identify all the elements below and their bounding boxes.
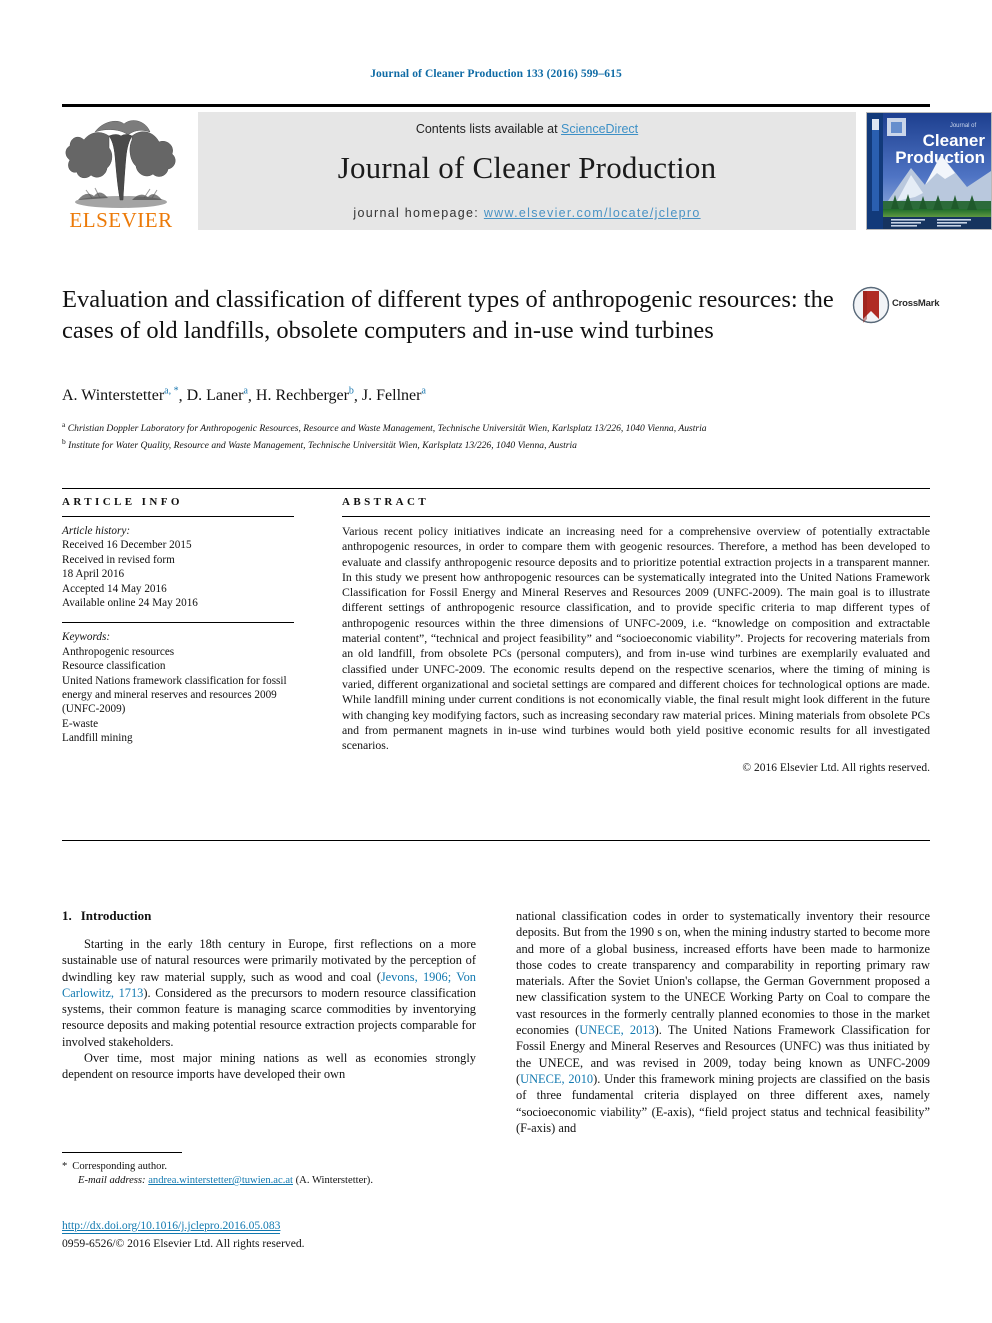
history-item: Received in revised form [62,553,175,566]
svg-text:Journal of: Journal of [950,123,977,129]
history-item: 18 April 2016 [62,568,125,581]
infoabs-bottom-rule [62,840,930,841]
author-0: A. Winterstettera, * [62,386,179,405]
affiliation-mark: a [62,420,66,429]
affiliation-list: a Christian Doppler Laboratory for Anthr… [62,418,882,453]
keyword-item: Landfill mining [62,732,133,745]
citation-link-unece-2010[interactable]: UNECE, 2010 [520,1072,593,1086]
keyword-item: Anthropogenic resources [62,645,175,658]
article-history: Article history: Received 16 December 20… [62,524,294,610]
citation-link-unece-2013[interactable]: UNECE, 2013 [579,1023,654,1037]
history-item: Available online 24 May 2016 [62,597,198,610]
elsevier-logo: ELSEVIER [62,112,180,232]
crossmark-icon [852,286,890,324]
cover-artwork: Journal of Cleaner Production [867,113,991,229]
infoabs-top-rule [62,488,930,489]
body-column-left: 1. Introduction Starting in the early 18t… [62,908,476,1083]
keyword-item: Resource classification [62,660,166,673]
keywords-block: Keywords: Anthropogenic resources Resour… [62,622,294,745]
keywords-rule [62,622,294,624]
footnote-corresponding: * Corresponding author. [62,1160,476,1174]
intro-paragraph-2: Over time, most major mining nations as … [62,1051,476,1082]
journal-cover-thumbnail: Journal of Cleaner Production [866,112,992,230]
author-marks: a, * [164,386,179,397]
masthead-top-rule [62,104,930,107]
abstract-copyright: © 2016 Elsevier Ltd. All rights reserved… [742,762,930,775]
page-title: Evaluation and classification of differe… [62,286,834,344]
keywords-label: Keywords: [62,631,111,644]
masthead-band: Contents lists available at ScienceDirec… [198,112,856,230]
article-history-label: Article history: [62,525,131,537]
footnote-corresponding-text: Corresponding author. [72,1161,168,1172]
author-marks: a [243,386,248,397]
elsevier-wordmark: ELSEVIER [69,208,173,232]
body-column-right: national classification codes in order t… [516,908,930,1136]
running-head: Journal of Cleaner Production 133 (2016)… [370,68,622,80]
sciencedirect-link[interactable]: ScienceDirect [561,122,638,136]
page-footer: http://dx.doi.org/10.1016/j.jclepro.2016… [62,1216,562,1250]
affiliation-b: b Institute for Water Quality, Resource … [62,435,882,452]
author-marks: a [421,386,426,397]
journal-homepage-line: journal homepage: www.elsevier.com/locat… [198,206,856,220]
author-2: H. Rechbergerb [255,386,354,405]
author-name: J. Fellner [361,387,422,405]
article-info-heading: ARTICLE INFO [62,496,183,508]
affiliation-text: Christian Doppler Laboratory for Anthrop… [67,423,707,435]
keyword-item: E-waste [62,717,99,730]
section-number: 1. [62,908,72,923]
crossmark-badge[interactable]: CrossMark [852,286,940,326]
article-info-column: ARTICLE INFO Article history: Received 1… [62,496,294,746]
journal-title: Journal of Cleaner Production [337,150,717,185]
author-marks: b [348,386,354,397]
footnote-email-label: E-mail address: [78,1175,146,1186]
affiliation-a: a Christian Doppler Laboratory for Anthr… [62,418,882,435]
footnote-rule [62,1152,182,1153]
abstract-rule [342,516,930,517]
doi-link[interactable]: http://dx.doi.org/10.1016/j.jclepro.2016… [62,1219,281,1234]
abstract-column: ABSTRACT Various recent policy initiativ… [342,496,930,774]
history-item: Received 16 December 2015 [62,539,192,552]
corresponding-author-email-link[interactable]: andrea.winterstetter@tuwien.ac.at [148,1175,293,1186]
abstract-text: Various recent policy initiatives indica… [342,524,930,753]
corresponding-author-footnote: * Corresponding author. E-mail address: a… [62,1152,476,1188]
contents-prefix: Contents lists available at [415,122,562,136]
homepage-prefix: journal homepage: [353,206,484,220]
footnote-star: * [62,1161,68,1172]
section-title: Introduction [80,908,152,923]
author-name: H. Rechberger [255,387,349,405]
article-info-rule [62,516,294,517]
affiliation-mark: b [62,437,66,447]
affiliation-text: Institute for Water Quality, Resource an… [68,440,577,452]
intro-paragraph-1: Starting in the early 18th century in Eu… [62,936,476,1050]
author-3: J. Fellnera [361,386,426,405]
abstract-heading: ABSTRACT [342,496,430,508]
keyword-item: United Nations framework classification … [62,674,287,716]
author-name: A. Winterstetter [62,387,165,405]
author-name: D. Laner [186,387,244,405]
crossmark-label: CrossMark [892,298,940,309]
journal-homepage-link[interactable]: www.elsevier.com/locate/jclepro [484,206,701,220]
history-item: Accepted 14 May 2016 [62,582,167,595]
author-list: A. Winterstettera, *, D. Lanera, H. Rech… [62,386,426,405]
intro-right-text-a: national classification codes in order t… [516,909,930,1038]
contents-available-line: Contents lists available at ScienceDirec… [198,122,856,136]
section-heading-introduction: 1. Introduction [62,908,476,924]
article-first-page: Journal of Cleaner Production 133 (2016)… [0,0,992,1323]
footnote-email-line: E-mail address: andrea.winterstetter@tuw… [62,1174,476,1188]
journal-masthead: ELSEVIER Contents lists available at Sci… [62,104,992,232]
title-block: Evaluation and classification of differe… [62,284,842,346]
elsevier-tree-icon [65,120,176,208]
footnote-email-suffix: (A. Winterstetter). [295,1175,373,1186]
intro-paragraph-2-continued: national classification codes in order t… [516,908,930,1136]
issn-copyright: 0959-6526/© 2016 Elsevier Ltd. All right… [62,1237,305,1250]
author-1: D. Lanera [186,386,248,405]
